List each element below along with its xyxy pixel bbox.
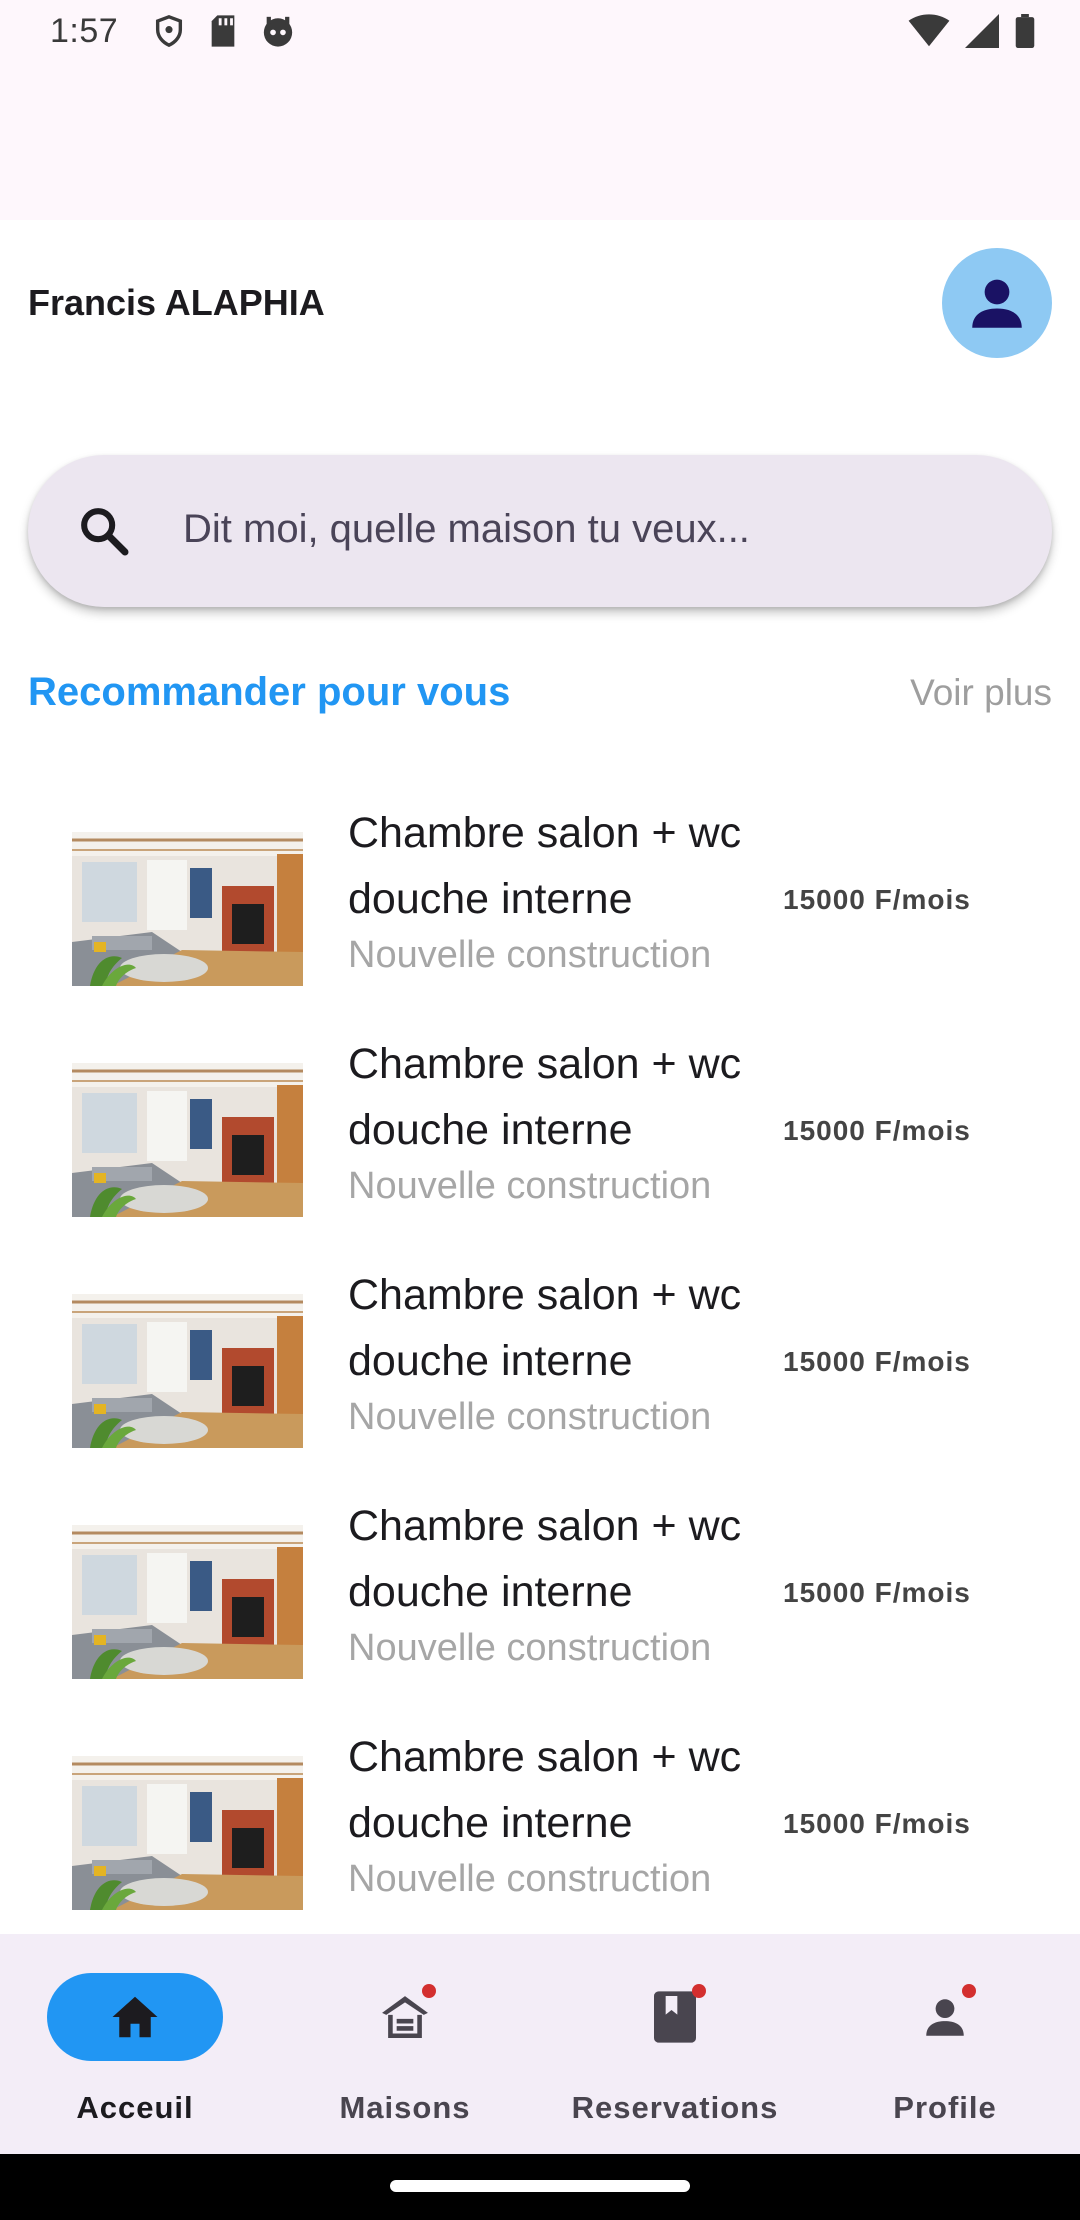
person-icon <box>926 1999 964 2036</box>
home-icon <box>112 1996 158 2038</box>
listing-item[interactable]: Chambre salon + wc douche interne Nouvel… <box>0 1706 1080 1937</box>
shield-icon <box>155 15 183 48</box>
profile-header: Francis ALAPHIA <box>0 220 1080 385</box>
badge-dot <box>692 1984 706 1998</box>
listing-subtitle: Nouvelle construction <box>348 1627 712 1669</box>
badge-dot <box>422 1984 436 1998</box>
robot-icon <box>263 16 293 47</box>
person-icon <box>972 279 1022 328</box>
nav-item-maisons[interactable]: Maisons <box>270 1934 540 2154</box>
nav-label-maisons: Maisons <box>339 2090 471 2125</box>
listing-title: Chambre salon + wc douche interne <box>348 1733 742 1847</box>
listing-item[interactable]: Chambre salon + wc douche interne Nouvel… <box>0 782 1080 1013</box>
bottom-navigation: Acceuil Maisons Reservations Profile <box>0 1934 1080 2154</box>
search-input[interactable]: Dit moi, quelle maison tu veux... <box>183 507 750 552</box>
room-photo-image <box>72 1525 303 1679</box>
nav-label-profile: Profile <box>893 2090 997 2125</box>
see-more-link[interactable]: Voir plus <box>910 672 1052 714</box>
listing-title: Chambre salon + wc douche interne <box>348 1040 742 1154</box>
listing-price: 15000 F/mois <box>783 1577 971 1608</box>
listing-price: 15000 F/mois <box>783 1346 971 1377</box>
sd-card-icon <box>211 15 235 47</box>
status-icons-left <box>152 14 296 48</box>
battery-icon <box>1015 14 1035 48</box>
listing-subtitle: Nouvelle construction <box>348 1858 712 1900</box>
listing-price: 15000 F/mois <box>783 1808 971 1839</box>
listing-price: 15000 F/mois <box>783 1115 971 1146</box>
listing-title: Chambre salon + wc douche interne <box>348 1271 742 1385</box>
listing-title: Chambre salon + wc douche interne <box>348 809 742 923</box>
status-icons-right <box>908 14 1036 48</box>
listing-item[interactable]: Chambre salon + wc douche interne Nouvel… <box>0 1475 1080 1706</box>
bookmark-book-icon <box>654 1991 696 2043</box>
nav-item-home[interactable]: Acceuil <box>0 1934 270 2154</box>
avatar[interactable] <box>942 248 1052 358</box>
top-app-bar <box>0 64 1080 220</box>
listing-subtitle: Nouvelle construction <box>348 1165 712 1207</box>
listing-title: Chambre salon + wc douche interne <box>348 1502 742 1616</box>
listing-item[interactable]: Chambre salon + wc douche interne Nouvel… <box>0 1244 1080 1475</box>
nav-label-reservations: Reservations <box>571 2090 779 2125</box>
room-photo-image <box>72 1063 303 1217</box>
room-photo-image <box>72 832 303 986</box>
nav-active-indicator <box>47 1973 223 2061</box>
search-icon <box>81 508 129 556</box>
house-icon <box>382 1996 428 2039</box>
listing-subtitle: Nouvelle construction <box>348 1396 712 1438</box>
status-time: 1:57 <box>50 12 119 50</box>
listing-thumbnail <box>72 1525 303 1679</box>
badge-dot <box>962 1984 976 1998</box>
user-name: Francis ALAPHIA <box>28 282 325 323</box>
listing-thumbnail <box>72 1756 303 1910</box>
nav-item-profile[interactable]: Profile <box>810 1934 1080 2154</box>
room-photo-image <box>72 1294 303 1448</box>
listing-subtitle: Nouvelle construction <box>348 934 712 976</box>
wifi-icon <box>908 14 950 47</box>
section-title: Recommander pour vous <box>28 670 511 714</box>
listing-thumbnail <box>72 832 303 986</box>
status-bar: 1:57 <box>0 0 1080 64</box>
listing-item[interactable]: Chambre salon + wc douche interne Nouvel… <box>0 1013 1080 1244</box>
listing-thumbnail <box>72 1294 303 1448</box>
system-gesture-bar <box>0 2154 1080 2220</box>
search-bar[interactable]: Dit moi, quelle maison tu veux... <box>28 455 1052 607</box>
gesture-handle[interactable] <box>390 2180 690 2192</box>
signal-icon <box>965 14 999 48</box>
nav-item-reservations[interactable]: Reservations <box>540 1934 810 2154</box>
listing-thumbnail <box>72 1063 303 1217</box>
room-photo-image <box>72 1756 303 1910</box>
listing-price: 15000 F/mois <box>783 884 971 915</box>
nav-label-home: Acceuil <box>76 2090 194 2125</box>
